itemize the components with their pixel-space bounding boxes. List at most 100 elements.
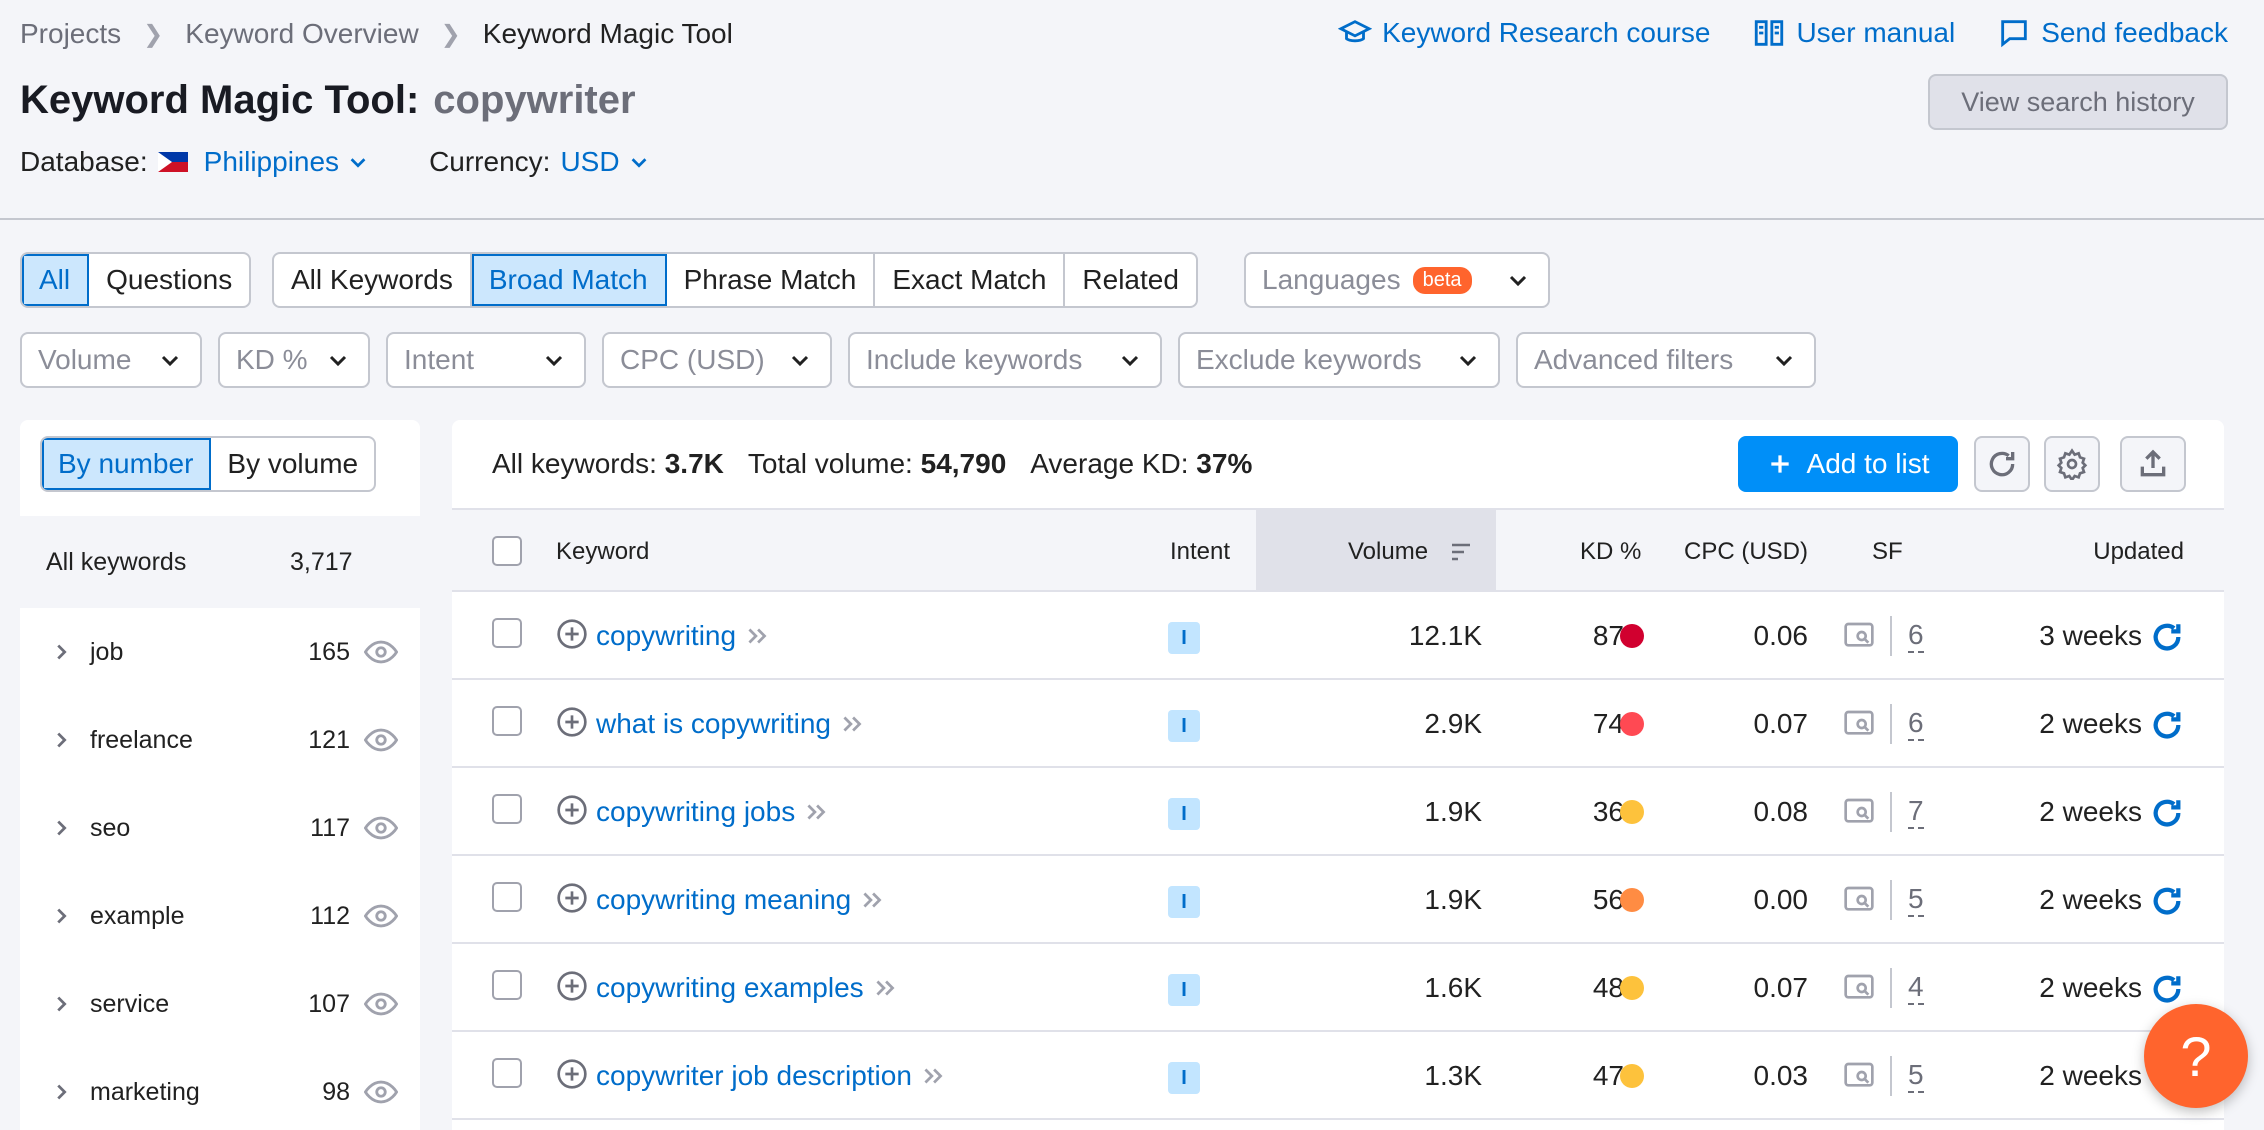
serp-features-icon[interactable] [1842, 884, 1876, 916]
filter-volume[interactable]: Volume [20, 332, 202, 388]
eye-icon[interactable] [364, 987, 398, 1021]
currency-value[interactable]: USD [560, 146, 649, 178]
add-to-list-button[interactable]: Add to list [1738, 436, 1958, 492]
sf-count[interactable]: 5 [1908, 884, 1924, 917]
sf-count[interactable]: 4 [1908, 972, 1924, 1005]
keyword-link[interactable]: what is copywriting [596, 708, 865, 740]
row-checkbox[interactable] [492, 618, 522, 648]
keyword-link[interactable]: copywriting [596, 620, 770, 652]
view-search-history-button[interactable]: View search history [1928, 74, 2228, 130]
breadcrumb-projects[interactable]: Projects [20, 18, 121, 50]
group-item[interactable]: freelance121 [20, 696, 420, 784]
group-item[interactable]: job165 [20, 608, 420, 696]
refresh-icon[interactable] [2150, 972, 2184, 1006]
course-link[interactable]: Keyword Research course [1338, 16, 1710, 50]
tab-all-keywords[interactable]: All Keywords [274, 254, 472, 306]
group-item[interactable]: seo117 [20, 784, 420, 872]
eye-icon[interactable] [364, 1075, 398, 1109]
filter-exclude-keywords[interactable]: Exclude keywords [1178, 332, 1500, 388]
eye-icon[interactable] [364, 811, 398, 845]
group-all-keywords[interactable]: All keywords 3,717 [20, 516, 420, 608]
keyword-link[interactable]: copywriting examples [596, 972, 898, 1004]
database-value[interactable]: Philippines [204, 146, 369, 178]
add-circle-icon[interactable] [556, 706, 588, 738]
sort-descending-icon[interactable] [1448, 540, 1474, 564]
double-chevron-right-icon[interactable] [872, 975, 898, 1001]
sf-count[interactable]: 6 [1908, 708, 1924, 741]
refresh-button[interactable] [1974, 436, 2030, 492]
settings-button[interactable] [2044, 436, 2100, 492]
column-kd[interactable]: KD % [1580, 538, 1641, 566]
export-button[interactable] [2120, 436, 2186, 492]
chevron-right-icon[interactable] [50, 729, 72, 751]
keyword-link[interactable]: copywriting jobs [596, 796, 829, 828]
filter-cpc[interactable]: CPC (USD) [602, 332, 832, 388]
chevron-right-icon[interactable] [50, 993, 72, 1015]
chevron-right-icon[interactable] [50, 641, 72, 663]
filter-kd[interactable]: KD % [218, 332, 370, 388]
refresh-icon[interactable] [2150, 884, 2184, 918]
keyword-link[interactable]: copywriting meaning [596, 884, 885, 916]
group-item[interactable]: example112 [20, 872, 420, 960]
eye-icon[interactable] [364, 899, 398, 933]
refresh-icon[interactable] [2150, 620, 2184, 654]
row-checkbox[interactable] [492, 970, 522, 1000]
sf-count[interactable]: 7 [1908, 796, 1924, 829]
group-item[interactable]: marketing98 [20, 1048, 420, 1130]
add-circle-icon[interactable] [556, 882, 588, 914]
row-checkbox[interactable] [492, 706, 522, 736]
filter-include-keywords[interactable]: Include keywords [848, 332, 1162, 388]
row-checkbox[interactable] [492, 1058, 522, 1088]
column-sf[interactable]: SF [1872, 538, 1903, 566]
toggle-by-volume[interactable]: By volume [211, 438, 374, 490]
column-cpc[interactable]: CPC (USD) [1684, 538, 1808, 566]
column-keyword[interactable]: Keyword [556, 538, 649, 566]
column-intent[interactable]: Intent [1170, 538, 1230, 566]
chevron-right-icon[interactable] [50, 817, 72, 839]
double-chevron-right-icon[interactable] [920, 1063, 946, 1089]
double-chevron-right-icon[interactable] [839, 711, 865, 737]
serp-features-icon[interactable] [1842, 708, 1876, 740]
double-chevron-right-icon[interactable] [803, 799, 829, 825]
sf-count[interactable]: 5 [1908, 1060, 1924, 1093]
eye-icon[interactable] [364, 635, 398, 669]
group-item[interactable]: service107 [20, 960, 420, 1048]
help-button[interactable]: ? [2144, 1004, 2248, 1108]
tab-broad-match[interactable]: Broad Match [472, 254, 667, 306]
toggle-by-number[interactable]: By number [42, 438, 211, 490]
serp-features-icon[interactable] [1842, 1060, 1876, 1092]
chevron-right-icon[interactable] [50, 1081, 72, 1103]
tab-questions[interactable]: Questions [89, 254, 249, 306]
tab-phrase-match[interactable]: Phrase Match [667, 254, 876, 306]
tab-exact-match[interactable]: Exact Match [875, 254, 1065, 306]
serp-features-icon[interactable] [1842, 620, 1876, 652]
filter-intent[interactable]: Intent [386, 332, 586, 388]
add-circle-icon[interactable] [556, 970, 588, 1002]
select-all-checkbox[interactable] [492, 536, 522, 566]
breadcrumb-keyword-overview[interactable]: Keyword Overview [185, 18, 418, 50]
filter-advanced[interactable]: Advanced filters [1516, 332, 1816, 388]
column-volume[interactable]: Volume [1348, 538, 1428, 566]
row-checkbox[interactable] [492, 794, 522, 824]
refresh-icon[interactable] [2150, 708, 2184, 742]
add-circle-icon[interactable] [556, 1058, 588, 1090]
add-circle-icon[interactable] [556, 618, 588, 650]
add-circle-icon[interactable] [556, 794, 588, 826]
currency-selector[interactable]: Currency: USD [429, 146, 650, 178]
languages-dropdown[interactable]: Languages beta [1244, 252, 1550, 308]
tab-all[interactable]: All [22, 254, 89, 306]
database-selector[interactable]: Database: Philippines [20, 146, 369, 178]
serp-features-icon[interactable] [1842, 972, 1876, 1004]
double-chevron-right-icon[interactable] [859, 887, 885, 913]
refresh-icon[interactable] [2150, 796, 2184, 830]
serp-features-icon[interactable] [1842, 796, 1876, 828]
keyword-link[interactable]: copywriter job description [596, 1060, 946, 1092]
eye-icon[interactable] [364, 723, 398, 757]
feedback-link[interactable]: Send feedback [1997, 16, 2228, 50]
row-checkbox[interactable] [492, 882, 522, 912]
column-updated[interactable]: Updated [2093, 538, 2184, 566]
manual-link[interactable]: User manual [1752, 16, 1955, 50]
tab-related[interactable]: Related [1065, 254, 1196, 306]
double-chevron-right-icon[interactable] [744, 623, 770, 649]
sf-count[interactable]: 6 [1908, 620, 1924, 653]
